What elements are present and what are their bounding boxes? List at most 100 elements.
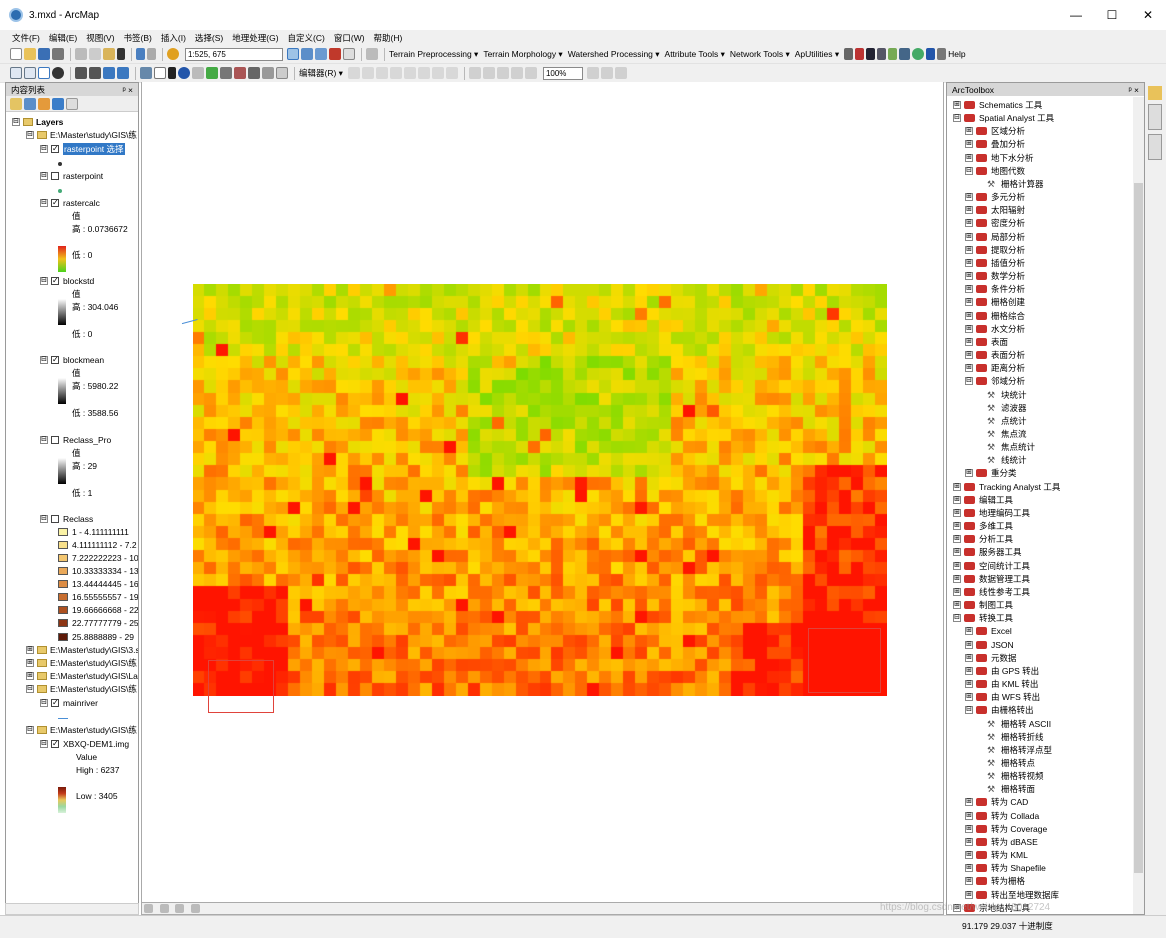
expand-toggle-icon[interactable]: ⊟ xyxy=(40,699,48,707)
layer-visibility-checkbox[interactable] xyxy=(51,172,59,180)
toc-row[interactable]: Value xyxy=(76,751,97,763)
undo-icon[interactable] xyxy=(136,48,145,60)
expand-toggle-icon[interactable]: ⊞ xyxy=(965,666,973,675)
results-dock-tab[interactable] xyxy=(1148,134,1162,160)
expand-toggle-icon[interactable]: ⊞ xyxy=(953,535,961,544)
expand-toggle-icon[interactable]: ⊞ xyxy=(965,206,973,215)
cut-icon[interactable] xyxy=(75,48,87,60)
fixed-zoom-in-icon[interactable] xyxy=(75,67,87,79)
toc-row[interactable]: ⊟ ✓ blockstd xyxy=(40,275,94,287)
toc-row[interactable]: 4.111111112 - 7.2 xyxy=(58,539,137,551)
pause-drawing-icon[interactable] xyxy=(190,904,200,913)
toc-row[interactable]: 低 : 0 xyxy=(72,328,92,340)
expand-toggle-icon[interactable]: ⊞ xyxy=(965,693,973,702)
expand-toggle-icon[interactable]: ⊞ xyxy=(953,587,961,596)
toolbox-row[interactable]: ⊞ 数据管理工具 xyxy=(953,573,1030,585)
menu-edit[interactable]: 编辑(E) xyxy=(49,32,77,44)
toolbox-row[interactable]: ⊞ 表面分析 xyxy=(965,349,1025,361)
expand-toggle-icon[interactable]: ⊟ xyxy=(40,740,48,748)
toolbox-row[interactable]: ⊞ 分析工具 xyxy=(953,533,1013,545)
python-window-icon[interactable] xyxy=(343,48,355,60)
expand-toggle-icon[interactable]: ⊞ xyxy=(965,864,973,873)
toolbox-row[interactable]: ⊞ 制图工具 xyxy=(953,599,1013,611)
expand-toggle-icon[interactable]: ⊞ xyxy=(965,285,973,294)
viewer-window-icon[interactable] xyxy=(276,67,288,79)
expand-toggle-icon[interactable]: ⊞ xyxy=(965,232,973,241)
expand-toggle-icon[interactable]: ⊟ xyxy=(40,436,48,444)
toolbox-row[interactable]: ⚒ 栅格转点 xyxy=(987,757,1035,769)
catalog-dock-icon[interactable] xyxy=(1148,86,1162,100)
expand-toggle-icon[interactable]: ⊞ xyxy=(26,659,34,667)
add-data-icon[interactable] xyxy=(167,48,179,60)
back-extent-icon[interactable] xyxy=(103,67,115,79)
toolbox-row[interactable]: ⚒ 栅格转面 xyxy=(987,783,1035,795)
terrain-morphology-menu[interactable]: Terrain Morphology ▾ xyxy=(483,49,562,60)
open-folder-icon[interactable] xyxy=(24,48,36,60)
arctoolbox-scrollbar[interactable] xyxy=(1133,97,1144,914)
toolbox-row[interactable]: ⊞ 空间统计工具 xyxy=(953,560,1030,572)
expand-toggle-icon[interactable]: ⊞ xyxy=(965,272,973,281)
toc-row[interactable]: 值 xyxy=(72,210,81,222)
layout-zoom-input[interactable]: 100% xyxy=(542,66,583,80)
maximize-button[interactable]: ☐ xyxy=(1094,0,1130,30)
select-tool-icon[interactable] xyxy=(844,48,854,60)
expand-toggle-icon[interactable]: ⊞ xyxy=(965,364,973,373)
expand-toggle-icon[interactable]: ⊞ xyxy=(965,324,973,333)
layer-visibility-checkbox[interactable] xyxy=(51,436,59,444)
copy-icon[interactable] xyxy=(89,48,101,60)
toolbox-row[interactable]: ⊞ 条件分析 xyxy=(965,283,1025,295)
toc-row[interactable]: Low : 3405 xyxy=(76,790,118,802)
list-by-source-icon[interactable] xyxy=(24,97,36,110)
toolbox-row[interactable]: ⊞ 密度分析 xyxy=(965,217,1025,229)
minimize-button[interactable]: — xyxy=(1058,0,1094,30)
measure-icon[interactable] xyxy=(220,67,232,79)
layout-view-icon[interactable] xyxy=(159,904,169,913)
expand-toggle-icon[interactable]: ⊞ xyxy=(26,672,34,680)
expand-toggle-icon[interactable]: ⊞ xyxy=(953,508,961,517)
toc-row[interactable]: 值 xyxy=(72,367,81,379)
expand-toggle-icon[interactable]: ⊟ xyxy=(12,118,20,126)
expand-toggle-icon[interactable]: ⊟ xyxy=(965,706,973,715)
expand-toggle-icon[interactable]: ⊞ xyxy=(965,640,973,649)
clear-selection-icon[interactable] xyxy=(154,67,166,79)
toc-horizontal-scrollbar[interactable] xyxy=(5,903,139,915)
toolbox-row[interactable]: ⊞ 提取分析 xyxy=(965,244,1025,256)
toolbox-row[interactable]: ⚒ 焦点流 xyxy=(987,428,1027,440)
full-extent-icon[interactable] xyxy=(52,67,64,79)
toc-pin-close[interactable]: ᵖ × xyxy=(122,85,133,95)
expand-toggle-icon[interactable]: ⊟ xyxy=(953,114,961,123)
toolbox-row[interactable]: ⚒ 焦点统计 xyxy=(987,441,1035,453)
menu-customize[interactable]: 自定义(C) xyxy=(288,32,325,44)
toolbox-row[interactable]: ⊞ 转为 KML xyxy=(965,849,1028,861)
expand-toggle-icon[interactable]: ⊟ xyxy=(26,726,34,734)
toc-row[interactable]: 13.44444445 - 16 xyxy=(58,578,138,590)
toc-row[interactable]: 1 - 4.111111111 xyxy=(58,526,129,538)
identify-icon[interactable] xyxy=(178,67,190,79)
close-button[interactable]: ✕ xyxy=(1130,0,1166,30)
layer-visibility-checkbox[interactable]: ✓ xyxy=(51,145,59,153)
crosshair-tool-icon[interactable] xyxy=(877,48,887,60)
expand-toggle-icon[interactable]: ⊞ xyxy=(965,311,973,320)
expand-toggle-icon[interactable]: ⊞ xyxy=(953,482,961,491)
toc-row[interactable]: High : 6237 xyxy=(76,764,119,776)
expand-toggle-icon[interactable]: ⊟ xyxy=(965,166,973,175)
pencil-icon[interactable] xyxy=(937,48,947,60)
delete-icon[interactable] xyxy=(117,48,125,60)
toolbox-row[interactable]: ⊞ 多维工具 xyxy=(953,520,1013,532)
toc-row[interactable]: ⊟ Reclass xyxy=(40,513,93,525)
toolbox-row[interactable]: ⊞ 多元分析 xyxy=(965,191,1025,203)
toc-row[interactable]: ⊟ E:\Master\study\GIS\练 xyxy=(26,724,137,736)
layer-visibility-checkbox[interactable] xyxy=(51,515,59,523)
toolbox-row[interactable]: ⊟ 地图代数 xyxy=(965,165,1025,177)
forward-extent-icon[interactable] xyxy=(117,67,129,79)
toolbox-row[interactable]: ⊞ 转为 CAD xyxy=(965,796,1028,808)
toolbox-row[interactable]: ⊞ 编辑工具 xyxy=(953,494,1013,506)
toc-row[interactable]: 高 : 304.046 xyxy=(72,301,118,313)
expand-toggle-icon[interactable]: ⊞ xyxy=(965,258,973,267)
expand-toggle-icon[interactable]: ⊞ xyxy=(965,219,973,228)
toolbox-row[interactable]: ⊞ 局部分析 xyxy=(965,231,1025,243)
toolbox-row[interactable]: ⊟ 邻域分析 xyxy=(965,375,1025,387)
expand-toggle-icon[interactable]: ⊞ xyxy=(965,245,973,254)
expand-toggle-icon[interactable]: ⊞ xyxy=(965,877,973,886)
menu-view[interactable]: 视图(V) xyxy=(86,32,114,44)
